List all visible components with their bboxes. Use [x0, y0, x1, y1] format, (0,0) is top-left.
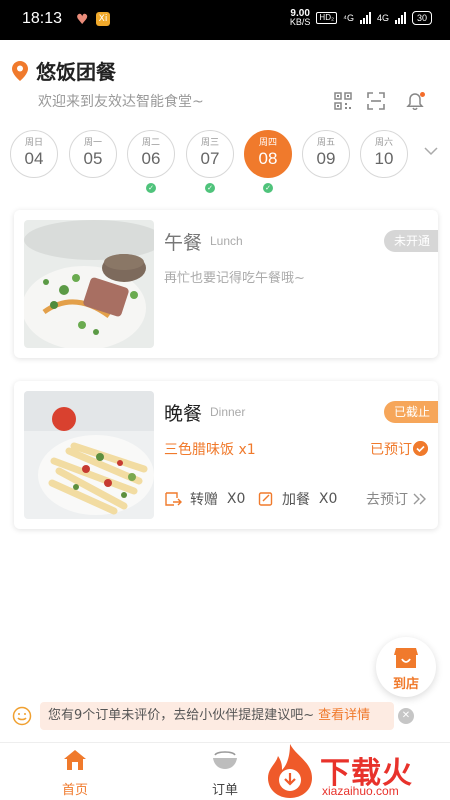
notice-message: 您有9个订单未评价，去给小伙伴提提建议吧~ 查看详情: [40, 702, 394, 730]
day-label: 周六: [374, 138, 393, 148]
gift-label: 转赠: [190, 492, 218, 508]
watermark-logo: 下载火 xiazaihuo.com: [264, 740, 450, 800]
store-icon: [394, 648, 418, 668]
add-meal-count: X0: [318, 491, 338, 507]
health-icon: ♥: [76, 12, 89, 28]
tab-orders-label: 订单: [211, 783, 238, 798]
day-label: 周四: [258, 138, 277, 148]
tab-home-label: 首页: [61, 783, 88, 798]
home-icon: [64, 750, 86, 770]
day-label: 周一: [83, 138, 102, 148]
flame-icon: [268, 744, 312, 798]
notification-dot: [420, 92, 425, 97]
meal-name-en: Dinner: [210, 405, 246, 419]
day-date: 05: [83, 149, 103, 168]
booked-check-icon: ✓: [146, 183, 156, 193]
booked-check-icon: ✓: [263, 183, 273, 193]
day-date: 10: [374, 149, 394, 168]
week-selector: 周日 04 周一 05 周二 06 ✓ 周三 07 ✓ 周四 08 ✓ 周五 0…: [10, 130, 450, 196]
day-thu-selected[interactable]: 周四 08: [244, 130, 292, 178]
status-time: 18:13: [22, 10, 63, 27]
day-label: 周五: [316, 138, 335, 148]
day-wed[interactable]: 周三 07: [186, 130, 234, 178]
dinner-card[interactable]: 晚餐 Dinner 已截止 三色腊味饭 x1 已预订 转赠 X0 加餐 X0 去…: [14, 381, 438, 529]
day-sun[interactable]: 周日 04: [10, 130, 58, 178]
qr-code-icon[interactable]: [334, 92, 352, 110]
meal-name-en: Lunch: [210, 234, 243, 248]
day-label: 周二: [141, 138, 160, 148]
check-circle-icon: [413, 441, 428, 456]
go-book-label: 去预订: [366, 492, 408, 508]
smile-icon: [12, 706, 32, 726]
canteen-title-row[interactable]: 悠饭团餐: [12, 56, 116, 85]
view-details-link[interactable]: 查看详情: [318, 708, 370, 723]
meal-name: 晚餐: [164, 403, 203, 425]
welcome-text: 欢迎来到友效达智能食堂~: [38, 94, 204, 110]
close-icon[interactable]: ✕: [398, 708, 414, 724]
gift-count: X0: [226, 491, 246, 507]
app-badge-icon: Xi: [96, 12, 110, 26]
chevron-down-icon[interactable]: [424, 146, 438, 156]
double-chevron-right-icon: [413, 493, 426, 505]
booked-label: 已预订: [370, 442, 412, 458]
tab-home[interactable]: 首页: [35, 749, 115, 798]
scan-icon[interactable]: [367, 92, 385, 110]
day-date: 06: [141, 149, 161, 168]
signal-1-label: ⁴G: [343, 13, 354, 23]
app-screen: 18:13 ♥ Xi 9.00 KB/S HD₂ ⁴G 4G 30 悠饭团餐 欢迎…: [0, 0, 450, 800]
booked-check-icon: ✓: [205, 183, 215, 193]
gift-button[interactable]: 转赠 X0: [164, 489, 245, 509]
notice-bar: 您有9个订单未评价，去给小伙伴提提建议吧~ 查看详情 ✕: [12, 702, 442, 730]
net-speed: 9.00 KB/S: [289, 8, 311, 27]
signal-2-label: 4G: [376, 13, 389, 23]
to-store-label: 到店: [392, 677, 419, 692]
day-label: 周三: [200, 138, 219, 148]
lunch-message: 再忙也要记得吃午餐哦~: [164, 271, 305, 286]
signal-bars-2-icon: [394, 12, 406, 24]
dinner-photo: [24, 391, 154, 519]
watermark-url: xiazaihuo.com: [322, 784, 399, 798]
day-tue[interactable]: 周二 06: [127, 130, 175, 178]
status-badge: 未开通: [383, 230, 438, 252]
lunch-photo: [24, 220, 154, 348]
day-mon[interactable]: 周一 05: [69, 130, 117, 178]
hd-badge: HD₂: [316, 12, 338, 24]
day-date: 04: [24, 149, 44, 168]
meal-name: 午餐: [164, 232, 203, 254]
signal-bars-icon: [359, 12, 371, 24]
notice-text: 您有9个订单未评价，去给小伙伴提提建议吧~: [48, 708, 315, 723]
transfer-icon: [165, 492, 182, 506]
lunch-card[interactable]: 午餐 Lunch 未开通 再忙也要记得吃午餐哦~: [14, 210, 438, 358]
battery-icon: 30: [411, 11, 432, 25]
tab-orders[interactable]: 订单: [185, 749, 265, 798]
ordered-dish: 三色腊味饭 x1: [164, 442, 256, 458]
go-book-button[interactable]: 去预订: [366, 489, 428, 509]
bowl-icon: [213, 751, 237, 769]
day-label: 周日: [24, 138, 43, 148]
add-meal-button[interactable]: 加餐 X0: [258, 489, 337, 509]
page-title: 悠饭团餐: [36, 60, 116, 84]
status-indicators: 9.00 KB/S HD₂ ⁴G 4G 30: [290, 9, 432, 27]
to-store-button[interactable]: 到店: [376, 637, 436, 697]
status-badge: 已截止: [383, 401, 438, 423]
day-date: 09: [316, 149, 336, 168]
status-bar: 18:13 ♥ Xi 9.00 KB/S HD₂ ⁴G 4G 30: [0, 0, 450, 40]
day-date: 07: [200, 149, 220, 168]
add-meal-label: 加餐: [282, 492, 310, 508]
add-meal-icon: [258, 492, 273, 506]
day-fri[interactable]: 周五 09: [302, 130, 350, 178]
day-date: 08: [258, 149, 278, 168]
location-pin-icon: [12, 60, 28, 81]
day-sat[interactable]: 周六 10: [360, 130, 408, 178]
